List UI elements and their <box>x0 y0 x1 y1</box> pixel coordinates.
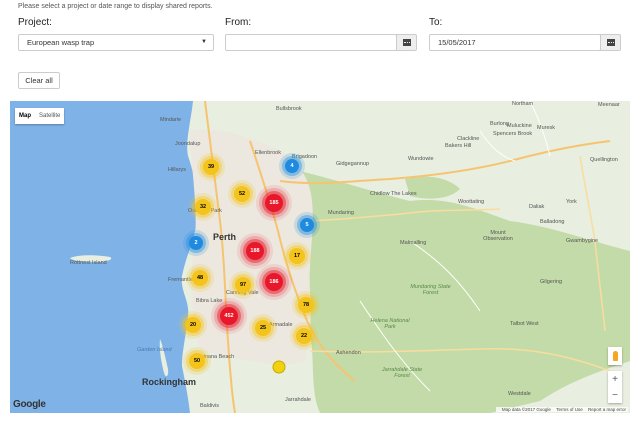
place-label: Northam <box>512 101 534 107</box>
place-label: Muluckine <box>507 123 532 129</box>
from-calendar-button[interactable] <box>396 34 417 51</box>
place-label: Jarrahdale <box>285 397 311 403</box>
street-view-button[interactable] <box>608 347 622 365</box>
place-label: Meenaar <box>598 102 620 108</box>
cluster-marker-red[interactable]: 452 <box>220 307 238 325</box>
place-label: Jarrahdale State Forest <box>381 367 423 379</box>
cluster-marker-yellow[interactable]: 97 <box>235 277 251 293</box>
cluster-marker-red[interactable]: 186 <box>265 273 283 291</box>
place-label: Chidlow The Lakes <box>370 191 417 197</box>
cluster-marker-yellow[interactable]: 48 <box>192 270 208 286</box>
place-label: Rottnest Island <box>70 260 107 266</box>
place-label: Mundaring <box>328 210 354 216</box>
google-logo[interactable]: Google <box>13 399 46 410</box>
cluster-marker-blue[interactable]: 2 <box>189 236 203 250</box>
report-map-error-link[interactable]: Report a map error <box>588 407 626 412</box>
calendar-icon <box>606 39 615 47</box>
cluster-marker-yellow[interactable]: 50 <box>189 353 205 369</box>
pegman-icon <box>612 351 618 361</box>
zoom-control: + − <box>608 371 622 403</box>
place-label: Perth <box>213 232 237 242</box>
from-date-input[interactable] <box>225 34 397 51</box>
place-label: Bakers Hill <box>445 143 472 149</box>
google-logo-text: Google <box>13 399 46 410</box>
zoom-in-button[interactable]: + <box>608 371 622 387</box>
place-label: Garden Island <box>137 347 172 353</box>
place-label: Wundowie <box>408 156 434 162</box>
cluster-marker-red[interactable]: 188 <box>246 242 264 260</box>
place-label: Woottating <box>458 199 485 205</box>
place-label: Balladong <box>540 219 565 225</box>
map-canvas[interactable]: Map Satellite Bullsbrook Mindarie Joonda… <box>10 101 630 413</box>
cluster-marker-yellow[interactable]: 52 <box>234 186 250 202</box>
calendar-icon <box>402 39 411 47</box>
place-label: Ellenbrook <box>255 150 281 156</box>
cluster-marker-yellow[interactable]: 22 <box>296 328 312 344</box>
cluster-marker-yellow[interactable]: 17 <box>289 248 305 264</box>
place-label: York <box>566 199 577 205</box>
cluster-marker-yellow[interactable]: 39 <box>203 159 219 175</box>
place-label: Hillarys <box>168 167 187 173</box>
chevron-down-icon: ▼ <box>201 39 207 45</box>
map-type-map-button[interactable]: Map <box>15 108 35 124</box>
place-label: Fremantle <box>168 277 193 283</box>
cluster-marker-yellow[interactable]: 78 <box>298 297 314 313</box>
place-label: Spencers Brook <box>493 131 533 137</box>
terms-of-use-link[interactable]: Terms of Use <box>556 407 583 412</box>
place-label: Westdale <box>508 391 531 397</box>
place-label: Quellington <box>590 157 618 163</box>
place-label: Armadale <box>269 322 293 328</box>
place-label: Helena National Park <box>370 318 410 330</box>
map-base <box>10 101 630 413</box>
place-label: Bibra Lake <box>196 298 223 304</box>
cluster-marker-yellow[interactable]: 25 <box>255 320 271 336</box>
map-attribution: Map data ©2017 Google Terms of Use Repor… <box>495 407 628 412</box>
cluster-marker-red[interactable]: 185 <box>265 194 283 212</box>
instructions-text: Please select a project or date range to… <box>18 3 213 10</box>
single-report-marker[interactable] <box>273 361 285 373</box>
zoom-out-button[interactable]: − <box>608 387 622 403</box>
to-calendar-button[interactable] <box>600 34 621 51</box>
to-date-input[interactable]: 15/05/2017 <box>429 34 601 51</box>
map-type-control: Map Satellite <box>15 108 65 124</box>
place-label: Gwambygine <box>566 238 599 244</box>
cluster-marker-blue[interactable]: 5 <box>300 218 314 232</box>
project-select-value: European wasp trap <box>27 38 95 47</box>
place-label: Mundaring State Forest <box>410 284 451 296</box>
place-label: Malmalling <box>400 240 427 246</box>
place-label: Baldivis <box>200 403 219 409</box>
project-label: Project: <box>18 17 52 28</box>
place-label: Talbot West <box>510 321 539 327</box>
place-label: Gidgegannup <box>336 161 370 167</box>
cluster-marker-yellow[interactable]: 20 <box>185 317 201 333</box>
from-label: From: <box>225 17 252 28</box>
cluster-marker-yellow[interactable]: 32 <box>195 199 211 215</box>
project-select[interactable]: European wasp trap ▼ <box>18 34 214 51</box>
map-type-satellite-button[interactable]: Satellite <box>35 108 64 124</box>
clear-all-button[interactable]: Clear all <box>18 72 60 89</box>
place-label: Muresk <box>537 125 556 131</box>
forest-area <box>297 171 630 413</box>
map-data-credit: Map data ©2017 Google <box>501 407 551 412</box>
cluster-marker-blue[interactable]: 4 <box>285 159 299 173</box>
place-label: Clackline <box>457 136 480 142</box>
place-label: Ashendon <box>336 350 361 356</box>
place-label: Mount Observation <box>483 230 513 242</box>
place-label: Daliak <box>529 204 545 210</box>
place-label: Rockingham <box>142 377 197 387</box>
place-label: Bullsbrook <box>276 106 302 112</box>
place-label: Gilgering <box>540 279 563 285</box>
place-label: Joondalup <box>175 141 201 147</box>
to-label: To: <box>429 17 443 28</box>
place-label: Mindarie <box>160 117 182 123</box>
